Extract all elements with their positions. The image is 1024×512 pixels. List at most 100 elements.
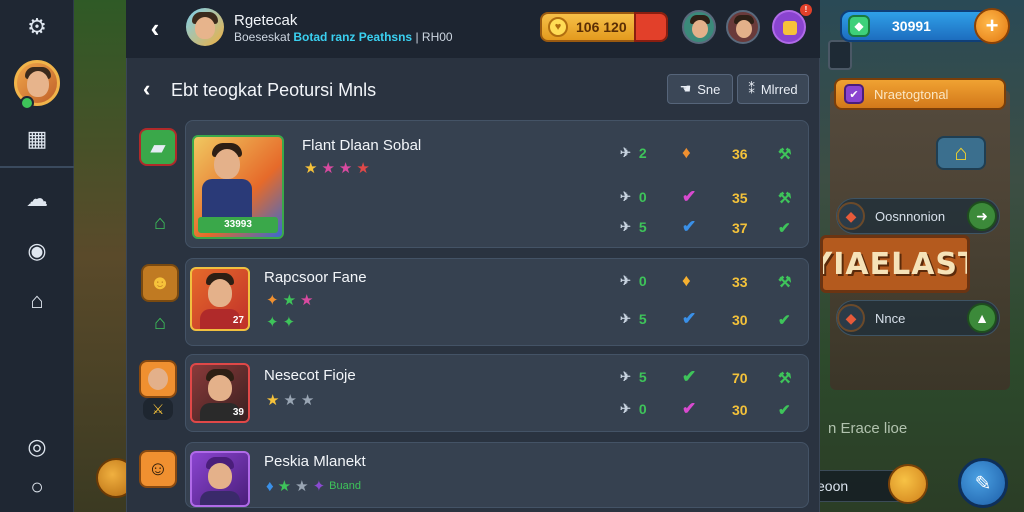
support-icon[interactable]: ◎	[22, 432, 52, 462]
back-button[interactable]: ‹	[142, 14, 168, 42]
go-arrow-icon[interactable]: ▲	[967, 303, 997, 333]
shield-icon: ◆	[837, 202, 865, 230]
hero-mini-portrait	[139, 360, 177, 398]
stat-number: 37	[732, 220, 748, 236]
star-icon: ✦	[282, 314, 296, 331]
star-icon: ★	[338, 160, 353, 177]
camera-icon[interactable]: ◉	[22, 236, 52, 266]
stat-number: 30	[732, 402, 748, 418]
subtitle-part: Boeseskat	[234, 30, 291, 44]
side-quest-label: Oosnnonion	[875, 208, 946, 224]
hero-stars: ★ ★ ★	[266, 391, 314, 409]
stat-value: 5	[638, 369, 647, 385]
filter-button[interactable]: ⁑ Mlrred	[737, 74, 809, 104]
hero-stars: ★ ★ ★ ★	[304, 159, 370, 177]
coin-balance[interactable]: ♥ 106 120	[540, 12, 668, 42]
hammer-icon[interactable]: ⚒	[778, 189, 791, 207]
check-icon: ✔	[682, 399, 697, 418]
avatar-face	[195, 17, 215, 39]
hero-extra-label: Buand	[329, 480, 361, 492]
mask-icon: ☻	[141, 264, 179, 302]
hero-power-tag: 33993	[198, 217, 278, 233]
stat-number: 33	[732, 274, 748, 290]
check-icon[interactable]: ✔	[778, 311, 791, 329]
event-button[interactable]: ✔ Nraetogtonal	[834, 78, 1006, 110]
home-icon[interactable]: ⌂	[22, 286, 52, 316]
stat-count: ✈ 0	[620, 189, 647, 205]
hero-stars-secondary: ✦ ✦	[266, 313, 295, 331]
hero-row[interactable]: 27 Rapcsoor Fane ✦ ★ ★ ✦ ✦ ✈ 0 ♦ 33 ⚒ ✈ 5 …	[185, 258, 809, 346]
check-icon: ✔	[844, 84, 864, 104]
check-icon: ✔	[682, 367, 697, 386]
star-icon: ★	[283, 392, 297, 409]
gift-icon	[783, 21, 797, 35]
star-icon: ✦	[312, 478, 326, 495]
check-icon[interactable]: ✔	[778, 219, 791, 237]
gem-icon: ◆	[848, 15, 870, 37]
chevron-up-icon: ⌂	[153, 311, 167, 334]
sort-button[interactable]: ☚ Sne	[667, 74, 733, 104]
star-icon: ★	[321, 160, 335, 177]
star-icon: ★	[304, 160, 318, 177]
bolt-icon: ✈	[620, 145, 631, 160]
portrait-face	[148, 368, 168, 390]
friend-avatar[interactable]	[682, 10, 716, 44]
background-scenery-left	[74, 0, 134, 512]
lamp-icon	[828, 40, 852, 70]
player-name: Rgetecak	[234, 12, 298, 29]
calendar-icon[interactable]: ▦	[22, 124, 52, 154]
shop-icon[interactable]	[772, 10, 806, 44]
inventory-button[interactable]: ✎	[958, 458, 1008, 508]
side-quest-row[interactable]: ◆ Oosnnonion ➜	[836, 198, 1000, 234]
panel-back-button[interactable]: ‹	[143, 76, 150, 102]
bolt-icon: ✈	[620, 369, 631, 384]
hammer-icon[interactable]: ⚒	[778, 273, 791, 291]
gear-icon[interactable]: ⚙	[22, 12, 52, 42]
subtitle-highlight: Peathsns	[358, 30, 413, 44]
hand-icon: ☚	[679, 81, 692, 96]
stat-value: 2	[638, 145, 647, 161]
stat-count: ✈ 5	[620, 219, 647, 235]
stat-count: ✈ 2	[620, 145, 647, 161]
friend-avatar[interactable]	[726, 10, 760, 44]
hero-row[interactable]: Peskia Mlanekt ♦ ★ ★ ✦ Buand	[185, 442, 809, 508]
subtitle-part: | RH00	[415, 30, 453, 44]
portrait-face	[208, 463, 232, 489]
check-icon: ✔	[682, 309, 697, 328]
panel-title: Ebt teogkat Peotursi Mnls	[171, 80, 377, 100]
left-sidebar: ⚙ ▦ ☁ ◉ ⌂ ◎ ○	[0, 0, 74, 512]
hero-portrait: 27	[190, 267, 250, 331]
hero-row[interactable]: 33993 Flant Dlaan Sobal ★ ★ ★ ★ ✈ 2 ♦ 36 …	[185, 120, 809, 248]
go-arrow-icon[interactable]: ➜	[967, 201, 997, 231]
stat-number: 70	[732, 370, 748, 386]
gem-add-button[interactable]: +	[974, 8, 1010, 44]
check-icon: ✔	[682, 217, 697, 236]
hero-row[interactable]: 39 Nesecot Fioje ★ ★ ★ ✈ 5 ✔ 70 ⚒ ✈ 0 ✔ 30…	[185, 354, 809, 432]
check-icon[interactable]: ✔	[778, 401, 791, 419]
hammer-icon[interactable]: ⚒	[778, 369, 791, 387]
event-button-label: Nraetogtonal	[874, 86, 949, 102]
upgrade-button[interactable]: ⌂	[936, 136, 986, 170]
rarity-icon: ♦	[682, 143, 691, 162]
stat-value: 0	[638, 401, 647, 417]
mask-icon: ☺	[139, 450, 177, 488]
chat-icon[interactable]: ☁	[22, 184, 52, 214]
coin-icon[interactable]	[888, 464, 928, 504]
panel-header: ‹ Ebt teogkat Peotursi Mnls ☚ Sne ⁑ Mlrr…	[127, 72, 821, 108]
hammer-icon[interactable]: ⚒	[778, 145, 791, 163]
portrait-body	[200, 491, 240, 505]
team-avatar[interactable]	[186, 8, 224, 46]
background-text: n Erace lioe	[828, 420, 908, 437]
stat-count: ✈ 0	[620, 273, 647, 289]
coin-add-button[interactable]	[634, 12, 668, 42]
side-quest-row[interactable]: ◆ Nnce ▲	[836, 300, 1000, 336]
hero-stars: ✦ ★ ★	[266, 291, 313, 309]
bolt-icon: ✈	[620, 311, 631, 326]
coin-value: 106 120	[576, 19, 627, 35]
message-icon[interactable]: ○	[22, 472, 52, 502]
star-icon: ★	[266, 392, 280, 409]
hero-level: 39	[232, 407, 244, 418]
filter-button-label: Mlrred	[760, 81, 798, 97]
star-icon: ✦	[266, 292, 279, 309]
background-sign: YIAELAST	[820, 235, 970, 293]
